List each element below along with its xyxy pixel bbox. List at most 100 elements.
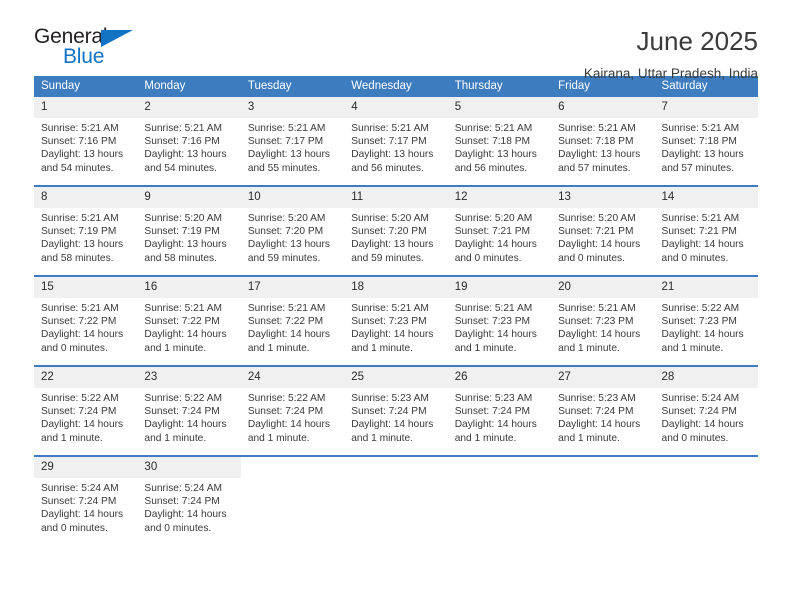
calendar-day-cell[interactable]: 24 Sunrise: 5:22 AM Sunset: 7:24 PM Dayligh… bbox=[240, 365, 345, 456]
weekday-header-wednesday: Wednesday bbox=[344, 76, 448, 97]
sunset-time: Sunset: 7:23 PM bbox=[558, 316, 634, 328]
sunset-time: Sunset: 7:21 PM bbox=[454, 226, 531, 238]
day-sun-info: Sunrise: 5:23 AM Sunset: 7:24 PM Daylight:… bbox=[448, 388, 551, 445]
calendar-day-cell[interactable]: 7 Sunrise: 5:21 AM Sunset: 7:18 PM Daylight… bbox=[654, 97, 758, 186]
calendar-day-cell bbox=[551, 455, 655, 545]
calendar-day-cell[interactable]: 16 Sunrise: 5:21 AM Sunset: 7:22 PM Dayligh… bbox=[137, 275, 241, 366]
sunrise-time: Sunrise: 5:24 AM bbox=[144, 483, 223, 494]
calendar-day-cell[interactable]: 19 Sunrise: 5:21 AM Sunset: 7:23 PM Dayligh… bbox=[447, 275, 552, 366]
calendar-day-cell[interactable]: 22 Sunrise: 5:22 AM Sunset: 7:24 PM Dayligh… bbox=[34, 365, 138, 456]
calendar-week-row: 29 Sunrise: 5:24 AM Sunset: 7:24 PM Dayligh… bbox=[34, 455, 758, 545]
day-cell-content: 8 Sunrise: 5:21 AM Sunset: 7:19 PM Daylight… bbox=[34, 187, 138, 275]
day-cell-content: 24 Sunrise: 5:22 AM Sunset: 7:24 PM Dayligh… bbox=[240, 367, 345, 455]
daylight-duration-line1: Daylight: 14 hours bbox=[351, 419, 434, 431]
sunset-time: Sunset: 7:24 PM bbox=[558, 406, 634, 418]
weekday-header-sunday: Sunday bbox=[34, 76, 138, 97]
sunrise-time: Sunrise: 5:21 AM bbox=[661, 123, 740, 134]
sunrise-time: Sunrise: 5:23 AM bbox=[558, 393, 636, 404]
calendar-day-cell[interactable]: 4 Sunrise: 5:21 AM Sunset: 7:17 PM Daylight… bbox=[344, 97, 448, 186]
calendar-day-cell[interactable]: 8 Sunrise: 5:21 AM Sunset: 7:19 PM Daylight… bbox=[34, 185, 138, 276]
calendar-day-cell[interactable]: 15 Sunrise: 5:21 AM Sunset: 7:22 PM Dayligh… bbox=[34, 275, 138, 366]
day-cell-content: 11 Sunrise: 5:20 AM Sunset: 7:20 PM Dayligh… bbox=[344, 187, 448, 275]
calendar-day-cell[interactable]: 28 Sunrise: 5:24 AM Sunset: 7:24 PM Dayligh… bbox=[654, 365, 758, 456]
daylight-duration-line2: and 54 minutes. bbox=[144, 162, 217, 174]
calendar-day-cell[interactable]: 23 Sunrise: 5:22 AM Sunset: 7:24 PM Dayligh… bbox=[137, 365, 241, 456]
sunset-time: Sunset: 7:24 PM bbox=[41, 496, 117, 508]
calendar-day-cell[interactable]: 21 Sunrise: 5:22 AM Sunset: 7:23 PM Dayligh… bbox=[654, 275, 758, 366]
day-sun-info: Sunrise: 5:24 AM Sunset: 7:24 PM Daylight:… bbox=[137, 478, 240, 535]
calendar-day-cell[interactable]: 20 Sunrise: 5:21 AM Sunset: 7:23 PM Dayligh… bbox=[551, 275, 655, 366]
calendar-day-cell[interactable]: 30 Sunrise: 5:24 AM Sunset: 7:24 PM Dayligh… bbox=[137, 455, 241, 545]
day-cell-content: 13 Sunrise: 5:20 AM Sunset: 7:21 PM Dayligh… bbox=[551, 187, 655, 275]
daylight-duration-line2: and 1 minute. bbox=[247, 432, 310, 444]
calendar-day-cell[interactable]: 2 Sunrise: 5:21 AM Sunset: 7:16 PM Daylight… bbox=[137, 97, 241, 186]
sunset-time: Sunset: 7:19 PM bbox=[41, 226, 117, 238]
daylight-duration-line2: and 56 minutes. bbox=[454, 162, 528, 174]
daylight-duration-line1: Daylight: 13 hours bbox=[247, 239, 330, 251]
calendar-day-cell[interactable]: 11 Sunrise: 5:20 AM Sunset: 7:20 PM Dayligh… bbox=[344, 185, 448, 276]
calendar-day-cell[interactable]: 9 Sunrise: 5:20 AM Sunset: 7:19 PM Daylight… bbox=[137, 185, 241, 276]
daylight-duration-line2: and 1 minute. bbox=[144, 432, 207, 444]
day-cell-content: 23 Sunrise: 5:22 AM Sunset: 7:24 PM Dayligh… bbox=[137, 367, 241, 455]
daylight-duration-line1: Daylight: 14 hours bbox=[41, 509, 124, 521]
day-sun-info: Sunrise: 5:22 AM Sunset: 7:23 PM Daylight:… bbox=[655, 298, 758, 355]
sunrise-time: Sunrise: 5:20 AM bbox=[558, 213, 636, 224]
daylight-duration-line2: and 1 minute. bbox=[661, 342, 724, 354]
calendar-day-cell[interactable]: 5 Sunrise: 5:21 AM Sunset: 7:18 PM Daylight… bbox=[447, 97, 552, 186]
brand-logo[interactable]: General Blue bbox=[34, 26, 154, 72]
day-cell-content bbox=[447, 457, 552, 545]
day-number: 7 bbox=[654, 97, 758, 118]
daylight-duration-line1: Daylight: 14 hours bbox=[351, 329, 434, 341]
sunrise-time: Sunrise: 5:21 AM bbox=[144, 303, 223, 314]
calendar-day-cell[interactable]: 12 Sunrise: 5:20 AM Sunset: 7:21 PM Dayligh… bbox=[447, 185, 552, 276]
day-cell-content: 4 Sunrise: 5:21 AM Sunset: 7:17 PM Daylight… bbox=[344, 97, 448, 185]
day-number: 16 bbox=[137, 277, 241, 298]
day-number: 22 bbox=[34, 367, 138, 388]
day-number: 5 bbox=[447, 97, 552, 118]
calendar-day-cell[interactable]: 14 Sunrise: 5:21 AM Sunset: 7:21 PM Dayligh… bbox=[654, 185, 758, 276]
day-number: 2 bbox=[137, 97, 241, 118]
daylight-duration-line1: Daylight: 13 hours bbox=[247, 149, 330, 161]
sunrise-time: Sunrise: 5:20 AM bbox=[454, 213, 533, 224]
calendar-day-cell[interactable]: 29 Sunrise: 5:24 AM Sunset: 7:24 PM Dayligh… bbox=[34, 455, 138, 545]
daylight-duration-line2: and 1 minute. bbox=[558, 342, 620, 354]
sunset-time: Sunset: 7:20 PM bbox=[351, 226, 427, 238]
sunrise-time: Sunrise: 5:21 AM bbox=[351, 123, 429, 134]
day-cell-content: 19 Sunrise: 5:21 AM Sunset: 7:23 PM Dayligh… bbox=[447, 277, 552, 365]
day-number: 17 bbox=[240, 277, 345, 298]
daylight-duration-line1: Daylight: 13 hours bbox=[454, 149, 537, 161]
day-sun-info: Sunrise: 5:21 AM Sunset: 7:18 PM Daylight:… bbox=[448, 118, 551, 175]
calendar-day-cell[interactable]: 17 Sunrise: 5:21 AM Sunset: 7:22 PM Dayligh… bbox=[240, 275, 345, 366]
daylight-duration-line1: Daylight: 14 hours bbox=[558, 329, 641, 341]
day-cell-content: 7 Sunrise: 5:21 AM Sunset: 7:18 PM Daylight… bbox=[654, 97, 758, 185]
sunrise-time: Sunrise: 5:20 AM bbox=[247, 213, 326, 224]
sunrise-sunset-calendar: Sunday Monday Tuesday Wednesday Thursday… bbox=[34, 76, 758, 545]
sunset-time: Sunset: 7:18 PM bbox=[454, 136, 531, 148]
calendar-day-cell[interactable]: 25 Sunrise: 5:23 AM Sunset: 7:24 PM Dayligh… bbox=[344, 365, 448, 456]
sunrise-time: Sunrise: 5:23 AM bbox=[351, 393, 429, 404]
sunrise-time: Sunrise: 5:21 AM bbox=[351, 303, 429, 314]
daylight-duration-line2: and 55 minutes. bbox=[247, 162, 321, 174]
daylight-duration-line2: and 1 minute. bbox=[41, 432, 103, 444]
day-cell-content: 27 Sunrise: 5:23 AM Sunset: 7:24 PM Dayligh… bbox=[551, 367, 655, 455]
calendar-day-cell[interactable]: 27 Sunrise: 5:23 AM Sunset: 7:24 PM Dayligh… bbox=[551, 365, 655, 456]
day-sun-info: Sunrise: 5:21 AM Sunset: 7:16 PM Daylight:… bbox=[34, 118, 137, 175]
day-cell-content: 10 Sunrise: 5:20 AM Sunset: 7:20 PM Dayligh… bbox=[240, 187, 345, 275]
sunset-time: Sunset: 7:21 PM bbox=[661, 226, 737, 238]
day-number bbox=[240, 457, 345, 478]
weekday-header-tuesday: Tuesday bbox=[240, 76, 345, 97]
day-cell-content bbox=[240, 457, 345, 545]
calendar-day-cell[interactable]: 18 Sunrise: 5:21 AM Sunset: 7:23 PM Dayligh… bbox=[344, 275, 448, 366]
calendar-day-cell[interactable]: 13 Sunrise: 5:20 AM Sunset: 7:21 PM Dayligh… bbox=[551, 185, 655, 276]
calendar-day-cell[interactable]: 10 Sunrise: 5:20 AM Sunset: 7:20 PM Dayligh… bbox=[240, 185, 345, 276]
day-sun-info: Sunrise: 5:24 AM Sunset: 7:24 PM Daylight:… bbox=[655, 388, 758, 445]
day-number: 8 bbox=[34, 187, 138, 208]
day-cell-content: 6 Sunrise: 5:21 AM Sunset: 7:18 PM Daylight… bbox=[551, 97, 655, 185]
daylight-duration-line2: and 0 minutes. bbox=[661, 252, 729, 264]
day-sun-info: Sunrise: 5:21 AM Sunset: 7:16 PM Daylight:… bbox=[137, 118, 240, 175]
daylight-duration-line1: Daylight: 14 hours bbox=[41, 419, 124, 431]
calendar-day-cell[interactable]: 3 Sunrise: 5:21 AM Sunset: 7:17 PM Daylight… bbox=[240, 97, 345, 186]
calendar-day-cell[interactable]: 1 Sunrise: 5:21 AM Sunset: 7:16 PM Daylight… bbox=[34, 97, 138, 186]
calendar-day-cell[interactable]: 26 Sunrise: 5:23 AM Sunset: 7:24 PM Dayligh… bbox=[447, 365, 552, 456]
calendar-day-cell[interactable]: 6 Sunrise: 5:21 AM Sunset: 7:18 PM Daylight… bbox=[551, 97, 655, 186]
